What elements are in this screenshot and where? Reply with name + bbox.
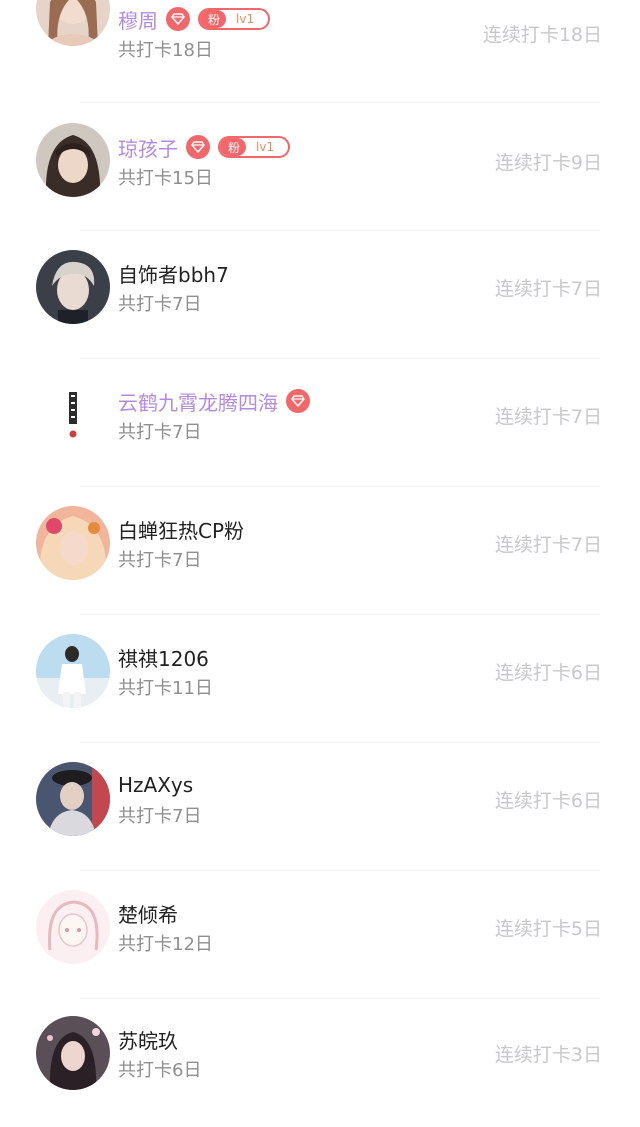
name-line: 苏皖玖 bbox=[118, 1024, 178, 1054]
username[interactable]: 穆周 bbox=[118, 5, 158, 34]
name-line: 祺祺1206 bbox=[118, 642, 209, 672]
name-line: 白蝉狂热CP粉 bbox=[118, 514, 244, 544]
list-item[interactable]: 自饰者bbh7 共打卡7日 连续打卡7日 bbox=[0, 232, 640, 359]
streak-checkins: 连续打卡6日 bbox=[494, 662, 602, 684]
streak-checkins: 连续打卡7日 bbox=[494, 278, 602, 300]
level-label: lv1 bbox=[256, 140, 275, 154]
total-checkins: 共打卡7日 bbox=[118, 422, 202, 443]
divider bbox=[80, 998, 600, 999]
username[interactable]: 琼孩子 bbox=[118, 133, 178, 162]
avatar[interactable] bbox=[36, 123, 110, 197]
avatar[interactable] bbox=[36, 506, 110, 580]
username[interactable]: 云鹤九霄龙腾四海 bbox=[118, 387, 278, 416]
total-checkins: 共打卡6日 bbox=[118, 1060, 202, 1081]
username[interactable]: 祺祺1206 bbox=[118, 643, 209, 672]
avatar[interactable] bbox=[36, 634, 110, 708]
divider bbox=[80, 102, 600, 103]
diamond-icon bbox=[171, 13, 185, 25]
username[interactable]: 白蝉狂热CP粉 bbox=[118, 515, 244, 544]
streak-checkins: 连续打卡7日 bbox=[494, 534, 602, 556]
list-item[interactable]: 楚倾希 共打卡12日 连续打卡5日 bbox=[0, 872, 640, 999]
username[interactable]: 自饰者bbh7 bbox=[118, 259, 229, 288]
fan-label: 粉 bbox=[200, 10, 227, 28]
avatar[interactable] bbox=[36, 1016, 110, 1090]
list-item[interactable]: 祺祺1206 共打卡11日 连续打卡6日 bbox=[0, 616, 640, 743]
level-label: lv1 bbox=[236, 12, 255, 26]
checkin-ranking-list: 穆周 粉 lv1 共打卡18日 连续打卡18日 琼孩子 粉 lv1 共打卡15日 连… bbox=[0, 0, 640, 1104]
total-checkins: 共打卡11日 bbox=[118, 678, 213, 699]
fan-level-badge: 粉 lv1 bbox=[218, 136, 291, 158]
avatar[interactable] bbox=[36, 378, 110, 452]
name-line: 自饰者bbh7 bbox=[118, 258, 229, 288]
name-line: 楚倾希 bbox=[118, 898, 178, 928]
avatar[interactable] bbox=[36, 0, 110, 46]
list-item[interactable]: HzAXys 共打卡7日 连续打卡6日 bbox=[0, 744, 640, 871]
divider bbox=[80, 614, 600, 615]
list-item[interactable]: 白蝉狂热CP粉 共打卡7日 连续打卡7日 bbox=[0, 488, 640, 615]
total-checkins: 共打卡15日 bbox=[118, 168, 213, 189]
name-line: 穆周 粉 lv1 bbox=[118, 4, 271, 34]
list-item[interactable]: 琼孩子 粉 lv1 共打卡15日 连续打卡9日 bbox=[0, 104, 640, 231]
diamond-icon bbox=[191, 141, 205, 153]
streak-checkins: 连续打卡9日 bbox=[494, 152, 602, 174]
list-item[interactable]: 云鹤九霄龙腾四海 共打卡7日 连续打卡7日 bbox=[0, 360, 640, 487]
fan-level-badge: 粉 lv1 bbox=[198, 8, 271, 30]
streak-checkins: 连续打卡5日 bbox=[494, 918, 602, 940]
streak-checkins: 连续打卡6日 bbox=[494, 790, 602, 812]
divider bbox=[80, 742, 600, 743]
list-item[interactable]: 穆周 粉 lv1 共打卡18日 连续打卡18日 bbox=[0, 0, 640, 103]
streak-checkins: 连续打卡3日 bbox=[494, 1044, 602, 1066]
divider bbox=[80, 870, 600, 871]
name-line: HzAXys bbox=[118, 770, 193, 800]
diamond-badge bbox=[286, 389, 310, 413]
avatar[interactable] bbox=[36, 762, 110, 836]
name-line: 云鹤九霄龙腾四海 bbox=[118, 386, 310, 416]
total-checkins: 共打卡12日 bbox=[118, 934, 213, 955]
name-line: 琼孩子 粉 lv1 bbox=[118, 132, 291, 162]
streak-checkins: 连续打卡7日 bbox=[494, 406, 602, 428]
total-checkins: 共打卡7日 bbox=[118, 550, 202, 571]
divider bbox=[80, 358, 600, 359]
username[interactable]: 苏皖玖 bbox=[118, 1025, 178, 1054]
total-checkins: 共打卡18日 bbox=[118, 40, 213, 61]
streak-checkins: 连续打卡18日 bbox=[482, 24, 602, 46]
avatar[interactable] bbox=[36, 890, 110, 964]
divider bbox=[80, 230, 600, 231]
diamond-icon bbox=[291, 395, 305, 407]
total-checkins: 共打卡7日 bbox=[118, 806, 202, 827]
fan-label: 粉 bbox=[220, 138, 247, 156]
username[interactable]: HzAXys bbox=[118, 773, 193, 797]
total-checkins: 共打卡7日 bbox=[118, 294, 202, 315]
diamond-badge bbox=[166, 7, 190, 31]
diamond-badge bbox=[186, 135, 210, 159]
avatar[interactable] bbox=[36, 250, 110, 324]
list-item[interactable]: 苏皖玖 共打卡6日 连续打卡3日 bbox=[0, 1000, 640, 1127]
divider bbox=[80, 486, 600, 487]
username[interactable]: 楚倾希 bbox=[118, 899, 178, 928]
